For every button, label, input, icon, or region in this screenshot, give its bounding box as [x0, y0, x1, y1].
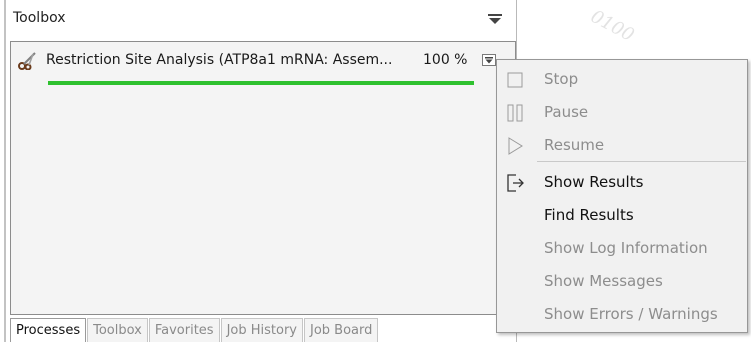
dropdown-toggle-icon[interactable] [482, 54, 496, 66]
tab-job-history[interactable]: Job History [220, 318, 303, 342]
tab-processes[interactable]: Processes [10, 318, 87, 342]
tab-favorites[interactable]: Favorites [148, 318, 220, 342]
menu-item-label: Show Messages [544, 272, 663, 290]
scissors-icon [18, 52, 36, 70]
menu-item-show-results[interactable]: Show Results [497, 166, 747, 198]
menu-item-label: Resume [544, 136, 605, 154]
process-row[interactable]: Restriction Site Analysis (ATP8a1 mRNA: … [11, 42, 515, 88]
background-watermark: 0100 [587, 6, 638, 47]
menu-item-stop[interactable]: Stop [497, 63, 747, 95]
menu-item-label: Stop [544, 70, 579, 88]
panel-title: Toolbox [13, 10, 66, 26]
play-icon [508, 137, 523, 155]
stop-icon [507, 72, 523, 88]
pause-icon [507, 104, 523, 122]
process-context-menu: Stop Pause Resume Show Results Find Results S… [496, 59, 748, 333]
bottom-tabs: Processes Toolbox Favorites Job History Job … [10, 318, 379, 342]
tab-toolbox[interactable]: Toolbox [87, 318, 148, 342]
menu-item-label: Find Results [544, 206, 634, 224]
process-list: Restriction Site Analysis (ATP8a1 mRNA: … [10, 41, 516, 315]
menu-item-show-log-information[interactable]: Show Log Information [497, 232, 747, 264]
menu-item-label: Show Log Information [544, 239, 708, 257]
progress-bar [48, 81, 474, 85]
show-results-icon [507, 174, 524, 192]
menu-item-find-results[interactable]: Find Results [497, 199, 747, 231]
menu-item-resume[interactable]: Resume [497, 129, 747, 161]
panel-header: Toolbox [6, 0, 516, 36]
menu-item-label: Pause [544, 103, 589, 121]
toolbox-panel: Toolbox Restriction Site Analysis (ATP8a… [6, 0, 517, 342]
menu-item-label: Show Errors / Warnings [544, 305, 718, 323]
menu-item-show-messages[interactable]: Show Messages [497, 265, 747, 297]
menu-separator [537, 161, 746, 162]
process-percent: 100 % [423, 52, 468, 68]
progress-fill [48, 81, 474, 85]
menu-item-pause[interactable]: Pause [497, 96, 747, 128]
menu-item-show-errors-warnings[interactable]: Show Errors / Warnings [497, 298, 747, 330]
process-name: Restriction Site Analysis (ATP8a1 mRNA: … [46, 52, 393, 68]
tab-job-board[interactable]: Job Board [304, 318, 379, 342]
triangle-down-icon[interactable] [488, 14, 502, 25]
menu-item-label: Show Results [544, 173, 644, 191]
